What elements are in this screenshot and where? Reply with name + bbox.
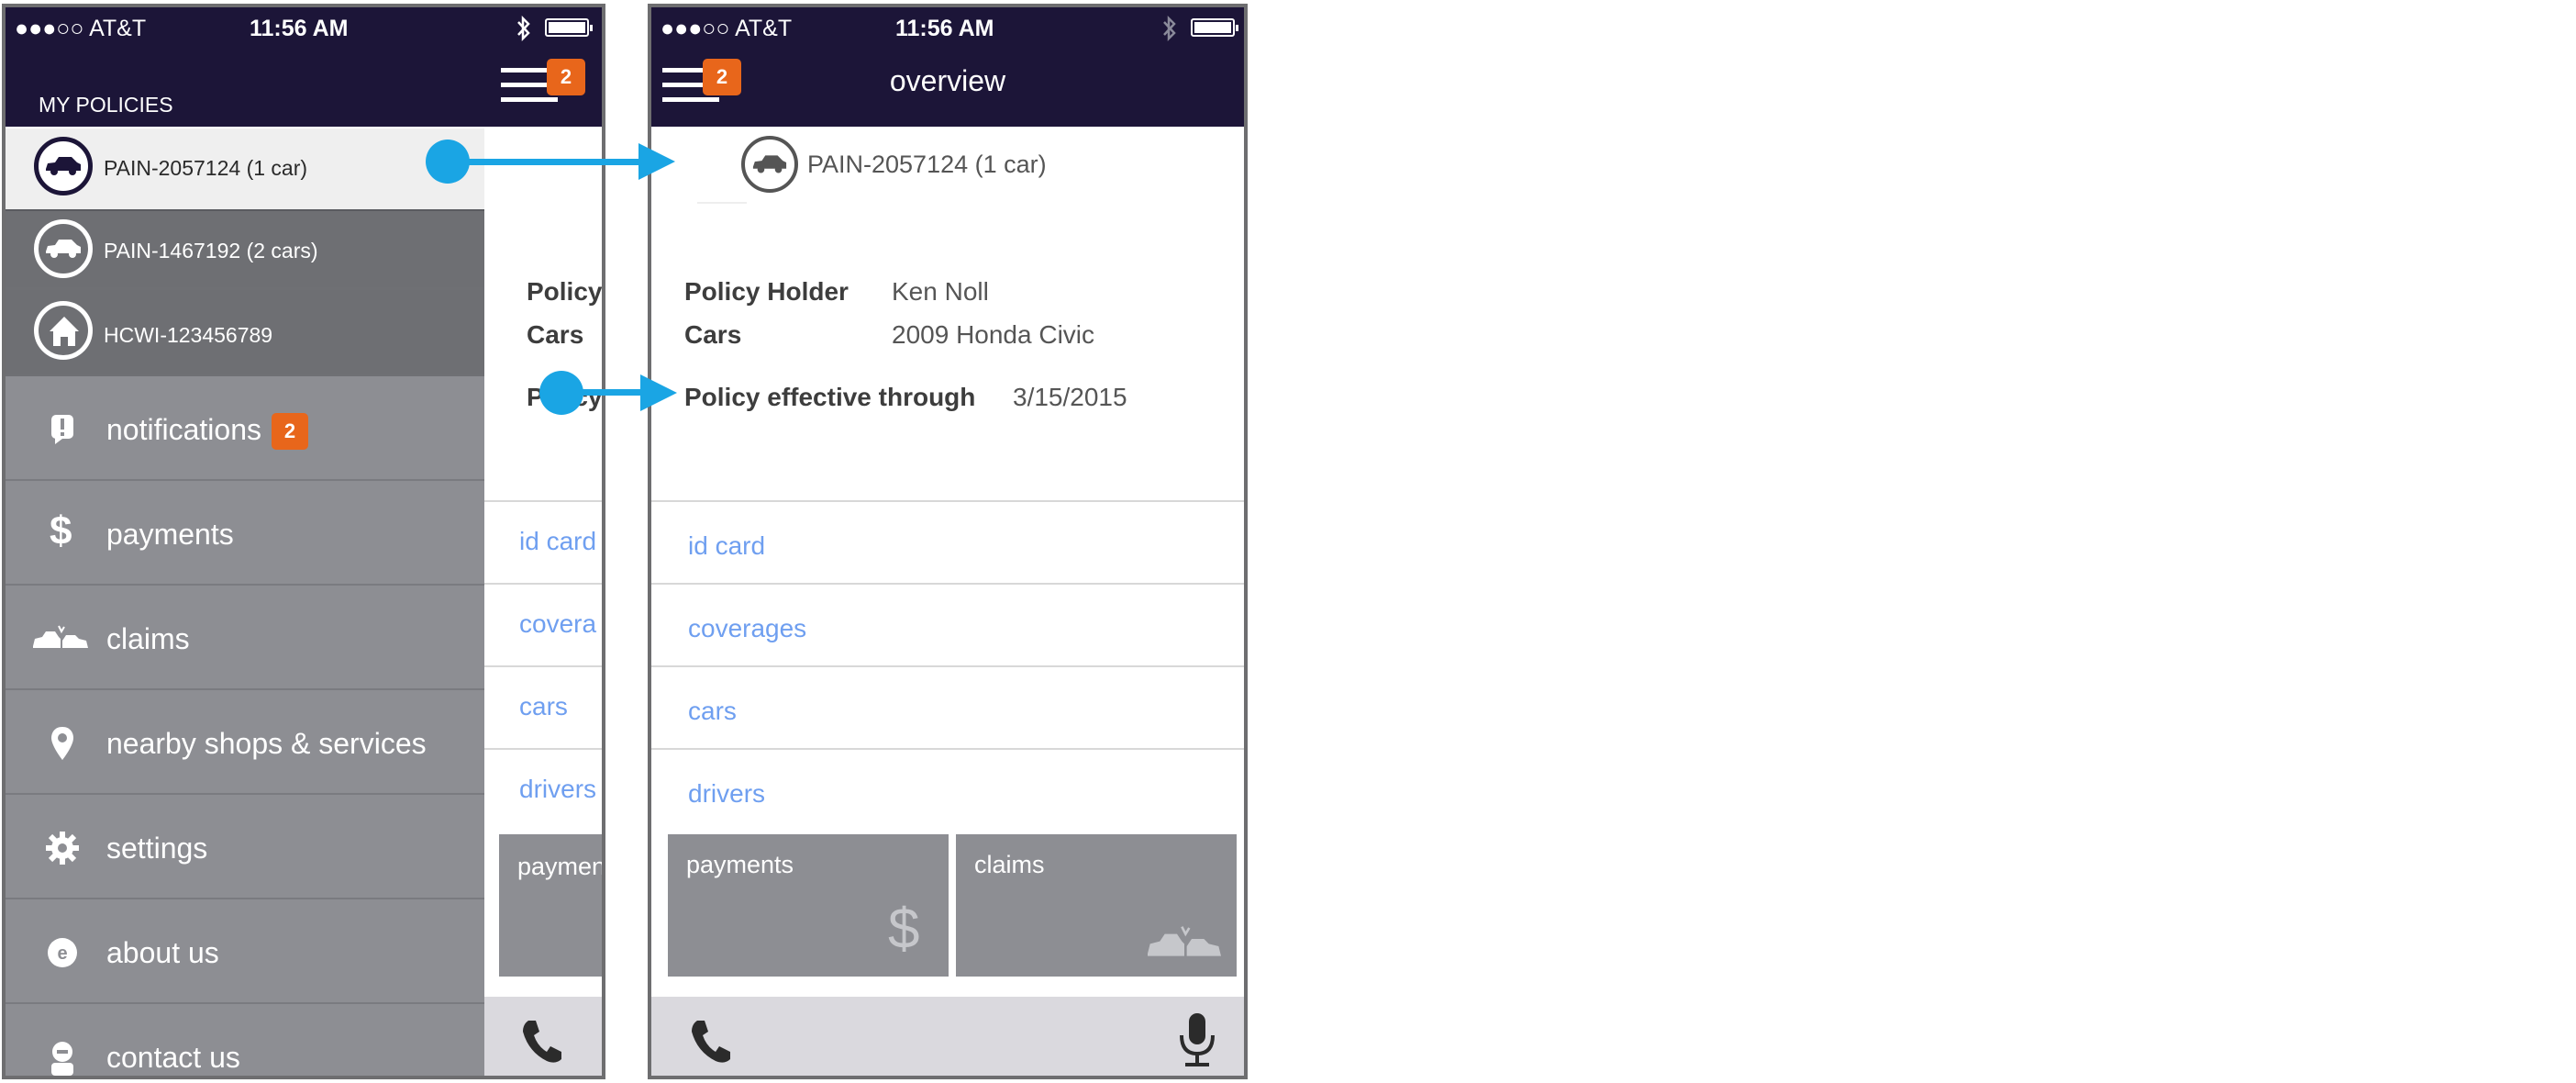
location-pin-icon bbox=[51, 727, 73, 760]
menu-label: notifications bbox=[106, 413, 261, 446]
nav-bar: 2 overview bbox=[651, 50, 1244, 127]
menu-label: contact us bbox=[106, 1041, 240, 1074]
microphone-icon[interactable] bbox=[1176, 1011, 1218, 1068]
svg-text:e: e bbox=[57, 943, 67, 964]
car-crash-icon bbox=[33, 625, 88, 648]
menu-item-nearby[interactable]: nearby shops & services bbox=[6, 690, 484, 795]
car-icon bbox=[34, 219, 93, 278]
menu-badge: 2 bbox=[547, 59, 585, 95]
menu-label: claims bbox=[106, 622, 190, 655]
bluetooth-icon bbox=[1163, 15, 1176, 42]
about-e-icon: e bbox=[48, 938, 77, 967]
policy-id: PAIN-2057124 (1 car) bbox=[807, 151, 1047, 178]
notifications-badge: 2 bbox=[272, 413, 308, 450]
peek-link-drivers[interactable]: drivers bbox=[519, 775, 596, 804]
policy-holder-value: Ken Noll bbox=[892, 277, 989, 306]
dollar-icon: $ bbox=[50, 508, 72, 553]
link-cars[interactable]: cars bbox=[688, 697, 737, 726]
peek-sep bbox=[484, 583, 602, 585]
peek-link-coverages[interactable]: covera bbox=[519, 609, 596, 639]
dollar-icon: $ bbox=[888, 898, 920, 961]
link-id-card[interactable]: id card bbox=[688, 531, 765, 561]
clock: 11:56 AM bbox=[250, 16, 349, 41]
menu-item-notifications[interactable]: notifications 2 bbox=[6, 376, 484, 481]
car-icon bbox=[34, 137, 93, 195]
menu-label: payments bbox=[106, 518, 234, 551]
policy-item[interactable]: PAIN-1467192 (2 cars) bbox=[6, 209, 484, 290]
peek-sep bbox=[484, 748, 602, 750]
gear-icon bbox=[46, 832, 79, 865]
house-icon bbox=[34, 301, 93, 360]
carrier-label: ●●●○○ AT&T bbox=[15, 16, 147, 41]
peek-link-cars[interactable]: cars bbox=[519, 692, 568, 721]
agent-icon bbox=[51, 1042, 73, 1076]
policy-label: PAIN-2057124 (1 car) bbox=[104, 156, 308, 180]
policy-item-active[interactable]: PAIN-2057124 (1 car) bbox=[6, 128, 484, 209]
carrier-label: ●●●○○ AT&T bbox=[661, 16, 793, 41]
peek-bottom-bar bbox=[484, 997, 602, 1076]
drawer-menu: notifications 2 $ payments claims nearby… bbox=[6, 376, 484, 1076]
arrow-head bbox=[638, 143, 675, 180]
link-coverages[interactable]: coverages bbox=[688, 614, 806, 643]
tile-label: payments bbox=[686, 851, 794, 878]
policy-holder-label: Policy Holder bbox=[684, 277, 849, 306]
bluetooth-icon bbox=[517, 15, 530, 42]
status-bar: ●●●○○ AT&T 11:56 AM bbox=[651, 7, 1244, 50]
phone-icon[interactable] bbox=[688, 1017, 732, 1065]
policy-selector[interactable]: PAIN-2057124 (1 car) bbox=[741, 136, 1090, 196]
page-title: overview bbox=[889, 64, 1006, 97]
tile-label: claims bbox=[974, 851, 1045, 878]
menu-item-about[interactable]: e about us bbox=[6, 899, 484, 1004]
drawer-header: MY POLICIES 2 bbox=[6, 50, 602, 127]
right-phone-screen: ●●●○○ AT&T 11:56 AM 2 overview PAIN-2057… bbox=[648, 4, 1248, 1079]
section-title: MY POLICIES bbox=[39, 93, 173, 117]
policy-item[interactable]: HCWI-123456789 bbox=[6, 290, 484, 376]
bottom-bar bbox=[651, 997, 1244, 1076]
policy-underline bbox=[697, 202, 747, 204]
menu-label: nearby shops & services bbox=[106, 727, 427, 760]
car-icon bbox=[741, 136, 798, 193]
alert-icon bbox=[51, 415, 73, 444]
list-divider bbox=[651, 583, 1244, 585]
peek-cars-label: Cars bbox=[527, 320, 584, 349]
list-divider bbox=[651, 500, 1244, 502]
arrow-line bbox=[450, 159, 642, 165]
arrow-dot bbox=[539, 371, 583, 415]
car-crash-icon bbox=[1148, 926, 1221, 956]
peek-link-id-card[interactable]: id card bbox=[519, 527, 596, 556]
menu-item-contact[interactable]: contact us bbox=[6, 1004, 484, 1076]
menu-label: settings bbox=[106, 832, 208, 865]
status-bar: ●●●○○ AT&T 11:56 AM bbox=[6, 7, 602, 50]
claims-tile[interactable]: claims bbox=[956, 834, 1237, 977]
menu-item-settings[interactable]: settings bbox=[6, 795, 484, 899]
list-divider bbox=[651, 665, 1244, 667]
battery-icon bbox=[1191, 18, 1238, 37]
peek-policy-holder-label: Policy bbox=[527, 277, 603, 306]
clock: 11:56 AM bbox=[895, 16, 994, 41]
effective-through-value: 3/15/2015 bbox=[1013, 383, 1127, 411]
cars-value: 2009 Honda Civic bbox=[892, 320, 1095, 349]
link-drivers[interactable]: drivers bbox=[688, 779, 765, 809]
peek-tile-label: paymen bbox=[517, 853, 605, 880]
list-divider bbox=[651, 748, 1244, 750]
policy-label: HCWI-123456789 bbox=[104, 323, 273, 347]
battery-icon bbox=[545, 18, 593, 37]
peek-content: Policy Cars Policy id card covera cars d… bbox=[484, 7, 605, 1076]
policy-label: PAIN-1467192 (2 cars) bbox=[104, 239, 318, 262]
payments-tile[interactable]: payments $ bbox=[668, 834, 949, 977]
arrow-head bbox=[640, 374, 677, 411]
menu-item-payments[interactable]: $ payments bbox=[6, 481, 484, 586]
phone-icon[interactable] bbox=[519, 1017, 563, 1065]
peek-sep bbox=[484, 500, 602, 502]
peek-payments-tile[interactable]: paymen bbox=[499, 834, 605, 977]
effective-through-label: Policy effective through bbox=[684, 383, 976, 411]
peek-sep bbox=[484, 665, 602, 667]
menu-item-claims[interactable]: claims bbox=[6, 586, 484, 690]
cars-label: Cars bbox=[684, 320, 742, 349]
arrow-dot bbox=[426, 140, 470, 184]
menu-label: about us bbox=[106, 936, 219, 969]
